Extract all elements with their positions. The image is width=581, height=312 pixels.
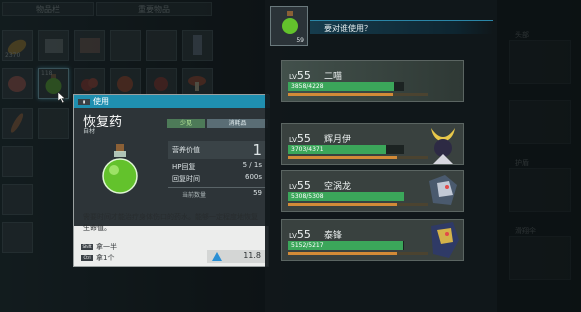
target-question: 要对谁使用？ <box>324 24 372 33</box>
pal-name: 空涡龙 <box>324 182 352 192</box>
stat-label: HP回复 <box>172 163 196 171</box>
hp-text: 3858/4228 <box>291 83 324 90</box>
tooltip-item-area: 恢复药 自材 少见 消耗品 营养价值 1 HP回复 5 / 1s 回复时间 60 <box>74 108 270 226</box>
item-count: 59 <box>296 37 304 44</box>
stat-value: 59 <box>253 189 262 197</box>
tooltip-header: ▮ 使用 <box>74 95 270 108</box>
stat-label: 营养价值 <box>172 146 200 154</box>
cursor-icon <box>58 92 66 103</box>
target-prompt: 要对谁使用？ <box>310 20 493 34</box>
pal-card[interactable]: LV55 二喵 3858/4228 <box>281 60 464 102</box>
pal-card[interactable]: LV55 空涡龙 5308/5308 <box>281 170 464 212</box>
selected-item-box: 59 <box>270 6 308 46</box>
pal-portrait-icon <box>431 128 455 164</box>
pal-card[interactable]: LV55 泰锋 5152/5217 <box>281 219 464 261</box>
xp-bar <box>288 252 428 255</box>
usage-badge: 消耗品 <box>207 119 268 128</box>
hp-text: 3703/4371 <box>291 146 324 153</box>
hp-bar: 5152/5217 <box>288 241 404 250</box>
weight-icon <box>212 252 222 261</box>
weight-box: 11.8 <box>207 250 267 263</box>
potion-icon <box>282 11 298 34</box>
pal-name: 泰锋 <box>324 231 343 241</box>
stat-value: 1 <box>252 141 262 159</box>
stat-hp-regen: HP回复 5 / 1s <box>168 161 266 171</box>
xp-bar <box>288 93 428 96</box>
hp-bar: 5308/5308 <box>288 192 404 201</box>
pal-name: 辉月伊 <box>324 135 352 145</box>
stat-value: 600s <box>244 173 262 181</box>
item-tooltip: ▮ 使用 恢复药 自材 少见 消耗品 营养价值 1 HP回复 5 / 1s 回复… <box>73 94 270 267</box>
xp-bar <box>288 156 428 159</box>
xp-bar-fill <box>288 156 398 159</box>
stat-regen-time: 回复时间 600s <box>168 173 266 183</box>
stat-held-count: 当前数量 59 <box>168 187 266 199</box>
hp-text: 5308/5308 <box>291 193 324 200</box>
control-hint: Shift 拿一半 <box>81 242 117 252</box>
control-hint-label: 拿1个 <box>96 254 115 262</box>
pal-portrait-icon <box>431 222 459 258</box>
xp-bar <box>288 203 428 206</box>
rarity-badge: 少见 <box>167 119 205 128</box>
game-screen: { "inventory": { "tabs": ["物品栏", "重要物品"]… <box>0 0 581 312</box>
weight-value: 11.8 <box>243 251 261 260</box>
ctrl-key-icon: Ctrl <box>81 255 93 261</box>
stat-value: 5 / 1s <box>242 161 262 169</box>
hp-text: 5152/5217 <box>291 242 324 249</box>
control-hint-label: 拿一半 <box>96 243 117 251</box>
shift-key-icon: Shift <box>81 244 93 250</box>
hp-bar: 3703/4371 <box>288 145 404 154</box>
use-label: 使用 <box>93 97 109 106</box>
hp-bar: 3858/4228 <box>288 82 404 91</box>
pal-level: LV55 <box>289 132 311 145</box>
xp-bar-fill <box>288 93 393 96</box>
pal-name: 二喵 <box>324 72 343 82</box>
stat-label: 当前数量 <box>182 192 207 199</box>
pal-portrait-icon <box>429 175 457 205</box>
pal-level: LV55 <box>289 179 311 192</box>
xp-bar-fill <box>288 203 398 206</box>
potion-icon <box>102 144 138 194</box>
item-category: 自材 <box>83 128 96 135</box>
pal-level: LV55 <box>289 69 311 82</box>
key-hint-icon: ▮ <box>78 98 90 105</box>
item-description: 需要时间才能治疗身体伤口的药水。能够一定程度地恢复生命值。 <box>83 213 258 232</box>
pal-card[interactable]: LV55 辉月伊 3703/4371 <box>281 123 464 165</box>
control-hint: Ctrl 拿1个 <box>81 253 114 263</box>
pal-level: LV55 <box>289 228 311 241</box>
stat-label: 回复时间 <box>172 175 200 183</box>
stat-nutrition: 营养价值 1 <box>168 141 266 159</box>
xp-bar-fill <box>288 252 398 255</box>
